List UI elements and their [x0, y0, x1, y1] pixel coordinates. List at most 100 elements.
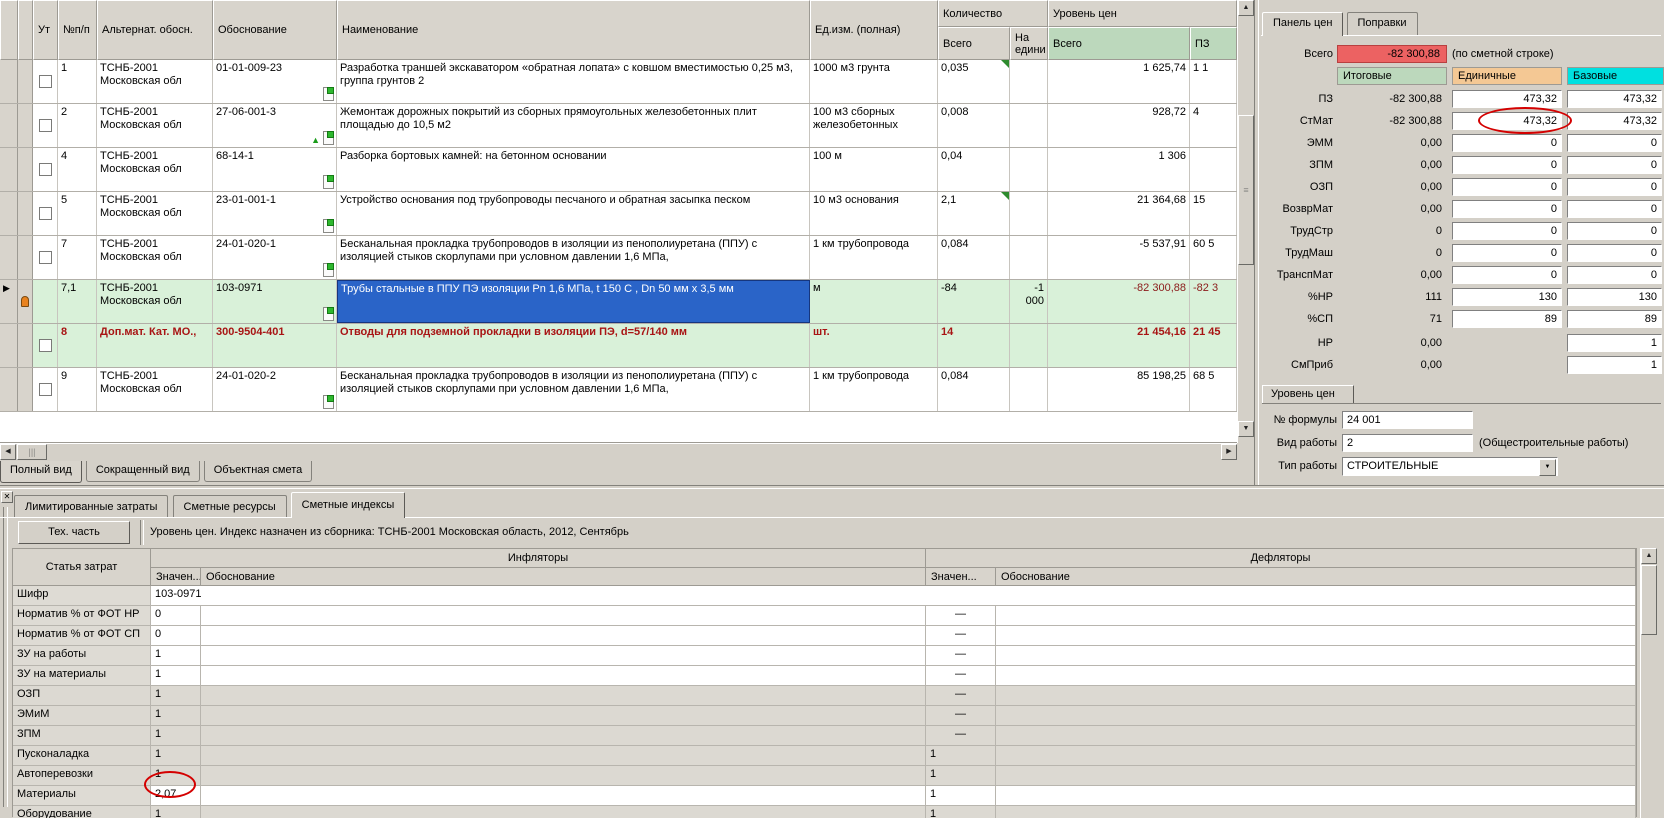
deflator-basis-cell[interactable] [996, 686, 1636, 705]
deflator-basis-cell[interactable] [996, 806, 1636, 818]
deflator-value-cell[interactable]: — [926, 606, 996, 625]
approve-checkbox[interactable] [39, 251, 52, 264]
attachment-icon[interactable] [323, 175, 334, 189]
unit-price-field[interactable]: 0 [1452, 178, 1562, 196]
basis-cell[interactable]: 300-9504-401 [213, 324, 337, 367]
deflator-basis-cell[interactable] [996, 766, 1636, 785]
base-price-field[interactable]: 0 [1567, 178, 1662, 196]
qty-per-unit-cell[interactable]: -1 000 [1010, 280, 1048, 323]
qty-cell[interactable]: 0,035 [938, 60, 1010, 103]
deflator-basis-cell[interactable] [996, 746, 1636, 765]
price-total-cell[interactable]: 1 625,74 [1048, 60, 1190, 103]
num-cell[interactable]: 9 [58, 368, 97, 411]
base-price-field[interactable]: 0 [1567, 156, 1662, 174]
header-ut[interactable]: Ут [33, 0, 58, 60]
price-total-cell[interactable]: 21 454,16 [1048, 324, 1190, 367]
qty-cell[interactable]: -84 [938, 280, 1010, 323]
deflator-value-cell[interactable]: — [926, 706, 996, 725]
header-quantity-total[interactable]: Всего [938, 27, 1010, 60]
basis-cell[interactable]: 24-01-020-2 [213, 368, 337, 411]
base-price-field[interactable]: 0 [1567, 222, 1662, 240]
unit-price-field[interactable]: 0 [1452, 156, 1562, 174]
base-price-field[interactable]: 0 [1567, 200, 1662, 218]
base-price-field[interactable]: 0 [1567, 134, 1662, 152]
base-price-field[interactable]: 1 [1567, 334, 1662, 352]
qty-cell[interactable]: 0,04 [938, 148, 1010, 191]
close-icon[interactable]: ✕ [1, 491, 13, 503]
formula-field[interactable]: 24 001 [1342, 411, 1473, 429]
work-type-select[interactable]: СТРОИТЕЛЬНЫЕ ▼ [1342, 457, 1558, 476]
tab-limited-costs[interactable]: Лимитированные затраты [14, 495, 168, 518]
qty-cell[interactable]: 14 [938, 324, 1010, 367]
table-row[interactable]: 9 ТСНБ-2001 Московская обл 24-01-020-2 Б… [0, 368, 1237, 412]
approve-checkbox[interactable] [39, 207, 52, 220]
alt-basis-cell[interactable]: ТСНБ-2001 Московская обл [97, 60, 213, 103]
deflator-value-cell[interactable]: — [926, 666, 996, 685]
inflator-value-cell[interactable]: 1 [151, 666, 201, 685]
unit-cell[interactable]: 1 км трубопровода [810, 368, 938, 411]
unit-cell[interactable]: м [810, 280, 938, 323]
header-price-total[interactable]: Всего [1048, 27, 1190, 60]
inflator-value-cell[interactable]: 1 [151, 686, 201, 705]
deflator-basis-cell[interactable] [996, 666, 1636, 685]
header-quantity[interactable]: Количество [938, 0, 1048, 27]
header-num[interactable]: №п/п [58, 0, 97, 60]
name-cell[interactable]: Устройство основания под трубопроводы пе… [337, 192, 810, 235]
scroll-down-icon[interactable]: ▼ [1238, 421, 1254, 437]
approve-checkbox[interactable] [39, 119, 52, 132]
inflator-basis-cell[interactable] [201, 706, 926, 725]
tab-full-view[interactable]: Полный вид [0, 461, 82, 483]
tab-price-level[interactable]: Уровень цен [1262, 385, 1354, 404]
deflator-basis-cell[interactable] [996, 626, 1636, 645]
chevron-down-icon[interactable]: ▼ [1539, 459, 1556, 476]
num-cell[interactable]: 4 [58, 148, 97, 191]
unit-price-field[interactable]: 0 [1452, 134, 1562, 152]
unit-price-field[interactable]: 473,32 [1452, 90, 1562, 108]
attachment-icon[interactable] [323, 87, 334, 101]
tab-estimate-indexes[interactable]: Сметные индексы [291, 492, 406, 518]
unit-price-field[interactable]: 0 [1452, 244, 1562, 262]
price-pz-cell[interactable]: 4 [1190, 104, 1237, 147]
inflator-basis-cell[interactable] [201, 626, 926, 645]
price-total-cell[interactable]: 1 306 [1048, 148, 1190, 191]
name-cell-selected[interactable]: Трубы стальные в ППУ ПЭ изоляции Pn 1,6 … [337, 280, 810, 323]
name-cell[interactable]: Разработка траншей экскаватором «обратна… [337, 60, 810, 103]
inflator-value-cell[interactable]: 1 [151, 806, 201, 818]
work-kind-field[interactable]: 2 [1342, 434, 1473, 452]
tab-short-view[interactable]: Сокращенный вид [86, 461, 200, 482]
inflator-basis-cell[interactable] [201, 746, 926, 765]
base-price-field[interactable]: 0 [1567, 244, 1662, 262]
price-pz-cell[interactable]: -82 3 [1190, 280, 1237, 323]
inflator-value-cell[interactable]: 1 [151, 746, 201, 765]
base-price-field[interactable]: 473,32 [1567, 90, 1662, 108]
scroll-right-icon[interactable]: ▶ [1221, 444, 1237, 460]
price-pz-cell[interactable]: 1 1 [1190, 60, 1237, 103]
inflator-value-cell[interactable]: 0 [151, 606, 201, 625]
name-cell[interactable]: Бесканальная прокладка трубопроводов в и… [337, 236, 810, 279]
qty-cell[interactable]: 2,1 [938, 192, 1010, 235]
approve-checkbox[interactable] [39, 339, 52, 352]
num-cell[interactable]: 8 [58, 324, 97, 367]
deflator-value-cell[interactable]: 1 [926, 766, 996, 785]
deflator-value-cell[interactable]: 1 [926, 786, 996, 805]
deflator-value-cell[interactable]: 1 [926, 746, 996, 765]
price-total-cell[interactable]: -5 537,91 [1048, 236, 1190, 279]
price-total-cell[interactable]: 21 364,68 [1048, 192, 1190, 235]
inflator-basis-cell[interactable] [201, 606, 926, 625]
qty-per-unit-cell[interactable] [1010, 236, 1048, 279]
deflator-basis-cell[interactable] [996, 606, 1636, 625]
num-cell[interactable]: 5 [58, 192, 97, 235]
unit-cell[interactable]: 100 м3 сборных железобетонных [810, 104, 938, 147]
qty-cell[interactable]: 0,084 [938, 368, 1010, 411]
indexes-vertical-scrollbar[interactable]: ▲ [1640, 548, 1657, 818]
unit-cell[interactable]: 1 км трубопровода [810, 236, 938, 279]
unit-price-field[interactable]: 0 [1452, 222, 1562, 240]
approve-checkbox[interactable] [39, 163, 52, 176]
scrollbar-thumb[interactable]: ≡ [1238, 115, 1254, 265]
alt-basis-cell[interactable]: ТСНБ-2001 Московская обл [97, 104, 213, 147]
alt-basis-cell[interactable]: ТСНБ-2001 Московская обл [97, 280, 213, 323]
tab-corrections[interactable]: Поправки [1347, 12, 1418, 35]
deflator-value-cell[interactable]: — [926, 726, 996, 745]
header-price-pz[interactable]: ПЗ [1190, 27, 1237, 60]
inflator-basis-cell[interactable] [201, 806, 926, 818]
